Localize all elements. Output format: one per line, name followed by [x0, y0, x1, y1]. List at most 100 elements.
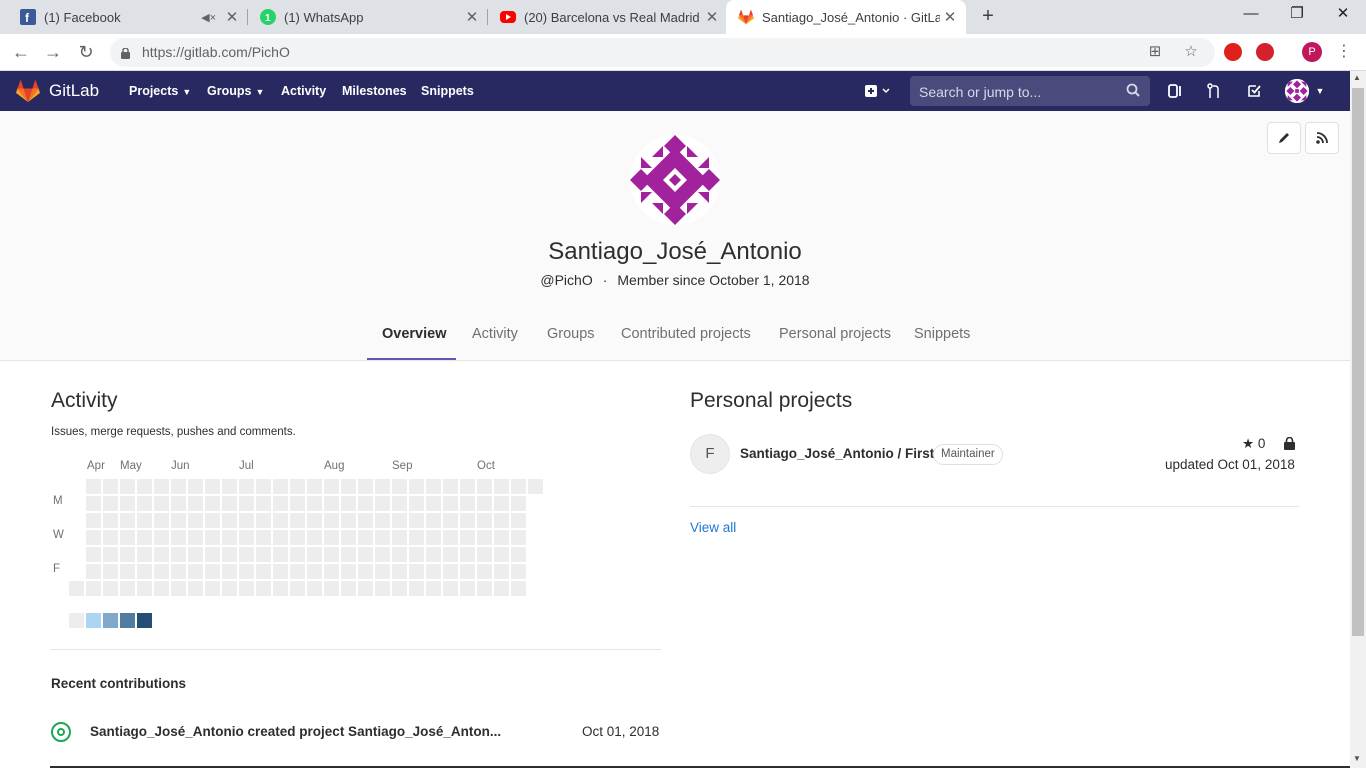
- calendar-day-cell[interactable]: [103, 547, 118, 562]
- extension-icon[interactable]: [1224, 43, 1242, 61]
- calendar-day-cell[interactable]: [358, 547, 373, 562]
- calendar-day-cell[interactable]: [358, 479, 373, 494]
- calendar-day-cell[interactable]: [188, 581, 203, 596]
- calendar-day-cell[interactable]: [460, 513, 475, 528]
- calendar-day-cell[interactable]: [171, 513, 186, 528]
- calendar-day-cell[interactable]: [477, 479, 492, 494]
- calendar-day-cell[interactable]: [477, 530, 492, 545]
- browser-profile-avatar[interactable]: P: [1302, 42, 1322, 62]
- nav-snippets[interactable]: Snippets: [421, 84, 474, 98]
- extension-icon[interactable]: [1256, 43, 1274, 61]
- calendar-day-cell[interactable]: [511, 530, 526, 545]
- scroll-down-arrow[interactable]: ▼: [1353, 754, 1361, 763]
- calendar-day-cell[interactable]: [426, 581, 441, 596]
- calendar-day-cell[interactable]: [375, 513, 390, 528]
- calendar-day-cell[interactable]: [222, 496, 237, 511]
- calendar-day-cell[interactable]: [324, 513, 339, 528]
- calendar-day-cell[interactable]: [137, 564, 152, 579]
- nav-groups[interactable]: Groups ▼: [207, 84, 264, 98]
- calendar-day-cell[interactable]: [392, 547, 407, 562]
- calendar-day-cell[interactable]: [171, 479, 186, 494]
- calendar-day-cell[interactable]: [324, 564, 339, 579]
- calendar-day-cell[interactable]: [120, 496, 135, 511]
- calendar-day-cell[interactable]: [341, 530, 356, 545]
- calendar-day-cell[interactable]: [103, 564, 118, 579]
- calendar-day-cell[interactable]: [239, 530, 254, 545]
- calendar-day-cell[interactable]: [494, 581, 509, 596]
- calendar-day-cell[interactable]: [511, 581, 526, 596]
- view-all-link[interactable]: View all: [690, 520, 736, 535]
- calendar-day-cell[interactable]: [477, 513, 492, 528]
- calendar-day-cell[interactable]: [392, 564, 407, 579]
- calendar-day-cell[interactable]: [256, 547, 271, 562]
- tab-groups[interactable]: Groups: [547, 326, 595, 342]
- calendar-day-cell[interactable]: [307, 547, 322, 562]
- calendar-day-cell[interactable]: [511, 547, 526, 562]
- calendar-day-cell[interactable]: [324, 581, 339, 596]
- calendar-day-cell[interactable]: [256, 513, 271, 528]
- calendar-day-cell[interactable]: [188, 564, 203, 579]
- reload-button[interactable]: ↻: [74, 40, 98, 64]
- calendar-day-cell[interactable]: [494, 513, 509, 528]
- calendar-day-cell[interactable]: [273, 479, 288, 494]
- calendar-day-cell[interactable]: [86, 496, 101, 511]
- calendar-day-cell[interactable]: [188, 530, 203, 545]
- calendar-day-cell[interactable]: [443, 479, 458, 494]
- tab-contributed-projects[interactable]: Contributed projects: [621, 326, 751, 342]
- calendar-day-cell[interactable]: [120, 581, 135, 596]
- calendar-day-cell[interactable]: [273, 581, 288, 596]
- recent-contribution-link[interactable]: Santiago_José_Antonio created project Sa…: [90, 724, 501, 739]
- calendar-day-cell[interactable]: [290, 496, 305, 511]
- calendar-day-cell[interactable]: [307, 581, 322, 596]
- new-item-dropdown[interactable]: [862, 82, 892, 100]
- rss-button[interactable]: [1305, 122, 1339, 154]
- calendar-day-cell[interactable]: [392, 479, 407, 494]
- tab-personal-projects[interactable]: Personal projects: [779, 326, 891, 342]
- calendar-day-cell[interactable]: [188, 513, 203, 528]
- calendar-day-cell[interactable]: [154, 479, 169, 494]
- calendar-day-cell[interactable]: [460, 530, 475, 545]
- calendar-day-cell[interactable]: [426, 564, 441, 579]
- calendar-day-cell[interactable]: [120, 530, 135, 545]
- calendar-day-cell[interactable]: [120, 547, 135, 562]
- calendar-day-cell[interactable]: [375, 581, 390, 596]
- calendar-day-cell[interactable]: [103, 496, 118, 511]
- calendar-day-cell[interactable]: [205, 496, 220, 511]
- calendar-day-cell[interactable]: [460, 496, 475, 511]
- calendar-day-cell[interactable]: [392, 581, 407, 596]
- calendar-day-cell[interactable]: [188, 547, 203, 562]
- calendar-day-cell[interactable]: [222, 564, 237, 579]
- calendar-day-cell[interactable]: [324, 547, 339, 562]
- calendar-day-cell[interactable]: [154, 496, 169, 511]
- calendar-day-cell[interactable]: [171, 496, 186, 511]
- browser-tab-gitlab[interactable]: Santiago_José_Antonio · GitLab ✕: [726, 0, 966, 34]
- bookmark-star-icon[interactable]: ☆: [1182, 43, 1200, 61]
- calendar-day-cell[interactable]: [171, 564, 186, 579]
- minimize-button[interactable]: —: [1228, 0, 1274, 30]
- calendar-day-cell[interactable]: [154, 530, 169, 545]
- calendar-day-cell[interactable]: [426, 513, 441, 528]
- calendar-day-cell[interactable]: [392, 513, 407, 528]
- nav-milestones[interactable]: Milestones: [342, 84, 407, 98]
- calendar-day-cell[interactable]: [494, 564, 509, 579]
- calendar-day-cell[interactable]: [120, 564, 135, 579]
- calendar-day-cell[interactable]: [86, 581, 101, 596]
- calendar-day-cell[interactable]: [103, 530, 118, 545]
- calendar-day-cell[interactable]: [409, 547, 424, 562]
- todos-icon[interactable]: [1245, 82, 1263, 100]
- calendar-day-cell[interactable]: [273, 513, 288, 528]
- project-avatar[interactable]: F: [690, 434, 730, 474]
- calendar-day-cell[interactable]: [358, 564, 373, 579]
- calendar-day-cell[interactable]: [460, 564, 475, 579]
- calendar-day-cell[interactable]: [239, 581, 254, 596]
- calendar-day-cell[interactable]: [392, 530, 407, 545]
- calendar-day-cell[interactable]: [256, 564, 271, 579]
- calendar-day-cell[interactable]: [239, 547, 254, 562]
- browser-tab-whatsapp[interactable]: 1 (1) WhatsApp ✕: [248, 0, 488, 34]
- calendar-day-cell[interactable]: [137, 547, 152, 562]
- calendar-day-cell[interactable]: [137, 479, 152, 494]
- gitlab-logo-icon[interactable]: [16, 80, 40, 102]
- calendar-day-cell[interactable]: [341, 496, 356, 511]
- calendar-day-cell[interactable]: [358, 530, 373, 545]
- calendar-day-cell[interactable]: [324, 530, 339, 545]
